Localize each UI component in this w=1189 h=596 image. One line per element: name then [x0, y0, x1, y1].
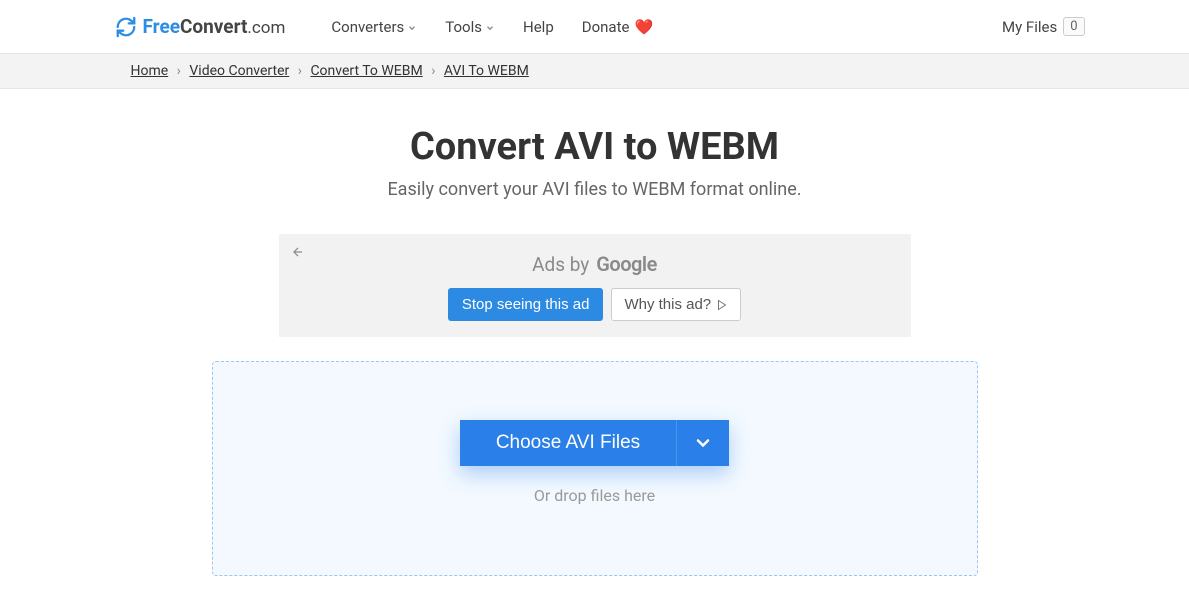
ad-back-arrow-icon[interactable]: [291, 244, 305, 263]
dropzone[interactable]: Choose AVI Files Or drop files here: [212, 361, 978, 576]
myfiles-count-badge: 0: [1063, 17, 1084, 36]
nav-tools[interactable]: Tools: [445, 18, 495, 36]
why-this-ad-button[interactable]: Why this ad?: [611, 288, 741, 321]
myfiles-label: My Files: [1002, 18, 1057, 36]
logo-text-com: .com: [247, 18, 285, 38]
adchoices-icon: [716, 299, 728, 311]
nav-help[interactable]: Help: [523, 18, 554, 36]
choose-files-button[interactable]: Choose AVI Files: [460, 420, 676, 466]
ads-by-label: Ads by: [532, 253, 589, 276]
main-content: Convert AVI to WEBM Easily convert your …: [0, 89, 1189, 596]
heart-icon: ❤️: [634, 18, 653, 36]
breadcrumb-home[interactable]: Home: [131, 63, 169, 79]
breadcrumb-convert-to-webm[interactable]: Convert To WEBM: [310, 63, 422, 79]
nav-donate-label: Donate: [582, 18, 630, 36]
main-nav: Converters Tools Help Donate ❤️: [331, 18, 653, 36]
nav-converters[interactable]: Converters: [331, 18, 417, 36]
logo-text-convert: Convert: [180, 15, 247, 38]
breadcrumb-bar: Home › Video Converter › Convert To WEBM…: [0, 54, 1189, 89]
why-this-ad-label: Why this ad?: [624, 296, 711, 313]
breadcrumb-video-converter[interactable]: Video Converter: [189, 63, 289, 79]
logo-text-free: Free: [143, 15, 181, 38]
myfiles-link[interactable]: My Files 0: [1002, 17, 1085, 36]
logo[interactable]: FreeConvert.com: [115, 15, 286, 38]
choose-files-row: Choose AVI Files: [460, 420, 729, 466]
breadcrumb-separator: ›: [177, 63, 181, 79]
nav-help-label: Help: [523, 18, 554, 36]
ad-title-row: Ads by Google: [291, 252, 899, 276]
nav-donate[interactable]: Donate ❤️: [582, 18, 653, 36]
nav-converters-label: Converters: [331, 18, 404, 36]
nav-tools-label: Tools: [445, 18, 482, 36]
breadcrumb-separator: ›: [298, 63, 302, 79]
choose-files-dropdown-button[interactable]: [676, 420, 729, 466]
page-title: Convert AVI to WEBM: [0, 125, 1189, 169]
breadcrumb-avi-to-webm[interactable]: AVI To WEBM: [444, 63, 529, 79]
chevron-down-icon: [407, 23, 417, 33]
chevron-down-icon: [485, 23, 495, 33]
google-logo: Google: [596, 252, 657, 276]
chevron-down-icon: [693, 433, 713, 453]
breadcrumb-separator: ›: [431, 63, 435, 79]
page-subtitle: Easily convert your AVI files to WEBM fo…: [0, 179, 1189, 200]
drop-files-hint: Or drop files here: [213, 486, 977, 505]
stop-seeing-ad-button[interactable]: Stop seeing this ad: [448, 288, 604, 321]
breadcrumb: Home › Video Converter › Convert To WEBM…: [105, 63, 1085, 79]
main-header: FreeConvert.com Converters Tools Help Do…: [0, 0, 1189, 54]
ad-container: Ads by Google Stop seeing this ad Why th…: [279, 234, 911, 337]
refresh-icon: [115, 16, 137, 38]
